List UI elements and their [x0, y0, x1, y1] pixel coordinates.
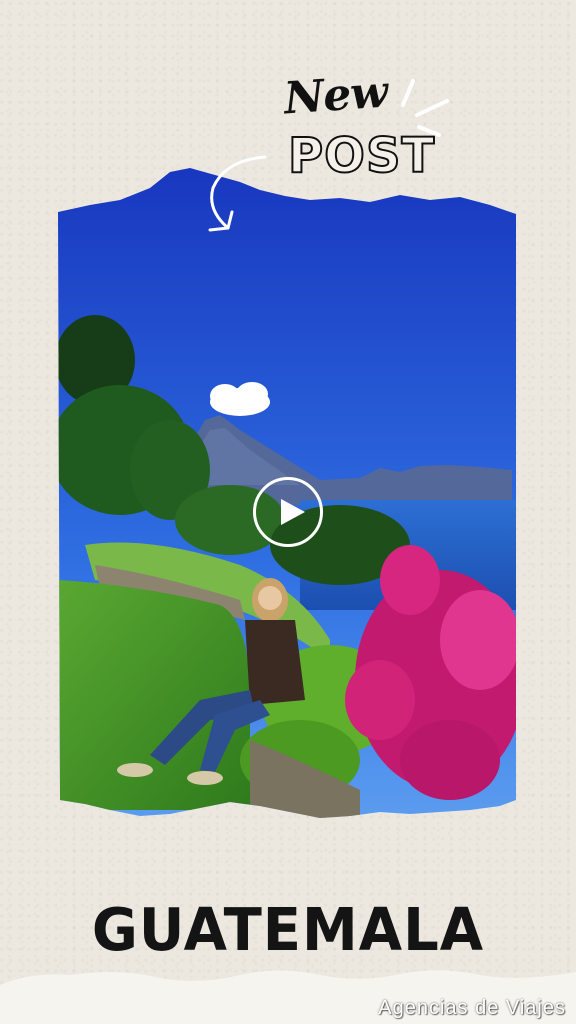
watermark: Agencias de Viajes — [378, 997, 566, 1019]
play-button[interactable] — [253, 477, 323, 547]
new-label: New — [282, 66, 389, 125]
sparkle-icon — [401, 79, 449, 137]
destination-title: GUATEMALA — [91, 896, 485, 965]
new-post-badge: New POST — [280, 66, 435, 200]
play-icon — [281, 499, 305, 525]
